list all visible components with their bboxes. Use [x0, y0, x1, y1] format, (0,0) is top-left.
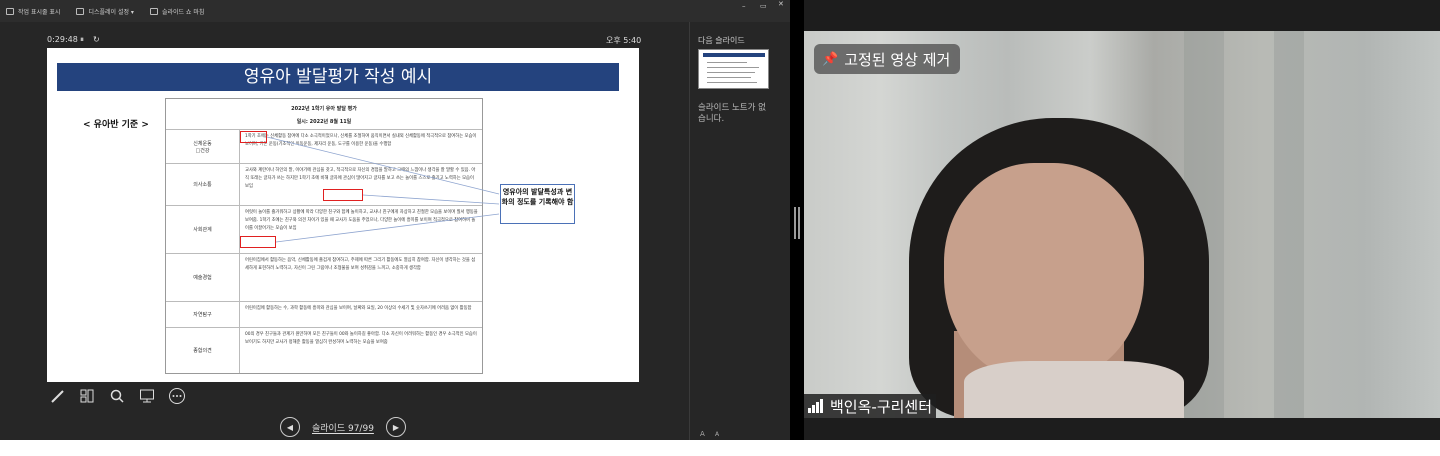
pane-divider [689, 22, 690, 440]
video-bottom-area [804, 418, 1440, 440]
elapsed-timer: 0:29:48 [47, 35, 78, 44]
thumbnail-line [707, 67, 759, 69]
pin-icon: 📌 [822, 51, 839, 67]
taskbar-toggle[interactable]: 작업 표시줄 표시 [6, 7, 60, 16]
end-show-icon [149, 7, 158, 15]
next-slide-thumbnail[interactable] [698, 49, 769, 89]
video-top-area [804, 0, 1440, 31]
magnifier-icon [110, 389, 124, 403]
callout-box: 영유아의 발달특성과 변화의 정도를 기록해야 함 [500, 184, 575, 224]
minimize-button[interactable]: – [742, 2, 746, 10]
current-time: 오후 5:40 [606, 36, 642, 45]
increase-font-button[interactable]: A [700, 430, 705, 438]
slide-counter[interactable]: 슬라이드 97/99 [312, 421, 374, 434]
notes-font-controls: A A [700, 430, 719, 438]
slide-tools [47, 387, 197, 405]
thumbnail-line [707, 72, 755, 74]
close-button[interactable]: ✕ [778, 0, 784, 8]
unpin-video-button[interactable]: 📌 고정된 영상 제거 [814, 44, 961, 74]
thumbnail-title-bar [703, 53, 765, 57]
participant-name-tag: 백인옥-구리센터 [804, 394, 937, 418]
thumbnail-line [707, 82, 757, 84]
chevron-right-icon: ▶ [392, 422, 399, 432]
decrease-font-button[interactable]: A [715, 431, 719, 438]
handle-bar [798, 207, 800, 239]
bottom-strip [0, 440, 1440, 456]
pause-icon[interactable]: ⏸ [80, 35, 84, 45]
slide-navigation: ◀ 슬라이드 97/99 ▶ [280, 417, 406, 437]
taskbar-label: 작업 표시줄 표시 [18, 8, 61, 16]
handle-bar [794, 207, 796, 239]
next-slide-label: 다음 슬라이드 [698, 36, 745, 45]
more-options-tool[interactable] [167, 387, 187, 405]
screen-icon [140, 389, 154, 403]
restart-timer-icon[interactable]: ↻ [93, 35, 100, 44]
restore-button[interactable]: ▭ [760, 2, 767, 10]
presenter-view: 작업 표시줄 표시 디스플레이 설정 ▾ 슬라이드 쇼 마침 – ▭ 0:29:… [0, 0, 790, 440]
zoom-tool[interactable] [107, 387, 127, 405]
signal-strength-icon [808, 399, 824, 413]
thumbnail-line [707, 77, 751, 79]
see-all-slides-tool[interactable] [77, 387, 97, 405]
taskbar-icon [6, 7, 14, 15]
end-show-button[interactable]: 슬라이드 쇼 마침 [149, 7, 205, 16]
thumbnail-line [707, 62, 747, 64]
slides-grid-icon [80, 389, 94, 403]
split-resize-handle[interactable] [794, 207, 800, 239]
participant-video[interactable]: 📌 고정된 영상 제거 백인옥-구리센터 [804, 31, 1440, 418]
chevron-left-icon: ◀ [286, 422, 294, 432]
pen-tool[interactable] [47, 387, 67, 405]
more-icon [169, 388, 185, 404]
participant-face [944, 163, 1144, 383]
presenter-toolbar: 작업 표시줄 표시 디스플레이 설정 ▾ 슬라이드 쇼 마침 – ▭ [0, 0, 790, 22]
screen-tool[interactable] [137, 387, 157, 405]
previous-slide-button[interactable]: ◀ [280, 417, 300, 437]
pen-icon [51, 390, 64, 403]
display-icon [76, 7, 85, 15]
speaker-notes: 슬라이드 노트가 없습니다. [698, 103, 766, 124]
unpin-label: 고정된 영상 제거 [844, 50, 951, 69]
participant-name: 백인옥-구리센터 [830, 397, 933, 416]
participant-shirt [964, 361, 1184, 418]
next-slide-button[interactable]: ▶ [385, 417, 406, 437]
display-settings-label: 디스플레이 설정 ▾ [88, 8, 134, 16]
background-shelf [1274, 31, 1304, 418]
end-show-label: 슬라이드 쇼 마침 [161, 8, 205, 16]
current-slide[interactable]: 영유아 발달평가 작성 예시 < 유아반 기준 > 2022년 1학기 유아 발… [47, 48, 639, 382]
display-settings-menu[interactable]: 디스플레이 설정 ▾ [76, 7, 134, 16]
